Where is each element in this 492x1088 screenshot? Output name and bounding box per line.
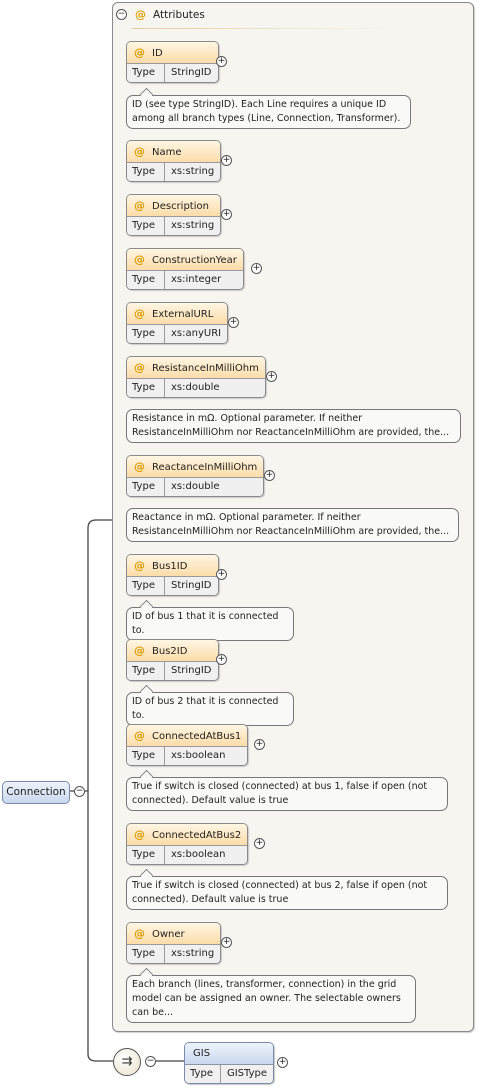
type-label: Type [127, 945, 165, 963]
attribute-id[interactable]: @ ID Type StringID [126, 41, 219, 83]
attribute-description[interactable]: @ Description Type xs:string [126, 194, 222, 236]
expand-icon[interactable]: + [254, 739, 265, 750]
collapse-icon[interactable]: − [116, 9, 127, 20]
gis-element[interactable]: GIS Type GISType [184, 1042, 274, 1084]
type-label: Type [127, 478, 165, 496]
type-value: xs:double [171, 481, 220, 492]
expand-icon[interactable]: + [264, 470, 275, 481]
attribute-owner[interactable]: @ Owner Type xs:string [126, 922, 222, 964]
type-label: Type [127, 747, 165, 765]
attribute-resistance[interactable]: @ ResistanceInMilliOhm Type xs:double [126, 356, 266, 398]
type-label: Type [127, 662, 165, 680]
connection-element[interactable]: Connection [2, 781, 70, 804]
type-value: xs:string [171, 220, 215, 231]
type-value: StringID [171, 580, 212, 591]
expand-icon[interactable]: + [221, 937, 232, 948]
attribute-bus2-id[interactable]: @ Bus2ID Type StringID [126, 639, 219, 681]
expand-icon[interactable]: + [251, 263, 262, 274]
attribute-external-url[interactable]: @ ExternalURL Type xs:anyURI [126, 302, 229, 344]
attribute-at-icon: @ [134, 927, 145, 940]
attribute-at-icon: @ [134, 828, 145, 841]
attribute-at-icon: @ [134, 46, 145, 59]
expand-icon[interactable]: + [221, 209, 232, 220]
type-label: Type [127, 325, 165, 343]
attribute-documentation: Each branch (lines, transformer, connect… [126, 975, 416, 1023]
expand-icon[interactable]: + [228, 317, 239, 328]
type-value: StringID [171, 67, 212, 78]
attribute-name: ConnectedAtBus1 [152, 731, 242, 742]
gis-element-name: GIS [185, 1043, 273, 1065]
attribute-at-icon: @ [134, 361, 145, 374]
attribute-name: ResistanceInMilliOhm [152, 363, 259, 374]
attribute-at-icon: @ [134, 199, 145, 212]
collapse-icon[interactable]: − [145, 1056, 156, 1067]
collapse-icon[interactable]: − [74, 786, 85, 797]
attribute-name: ReactanceInMilliOhm [152, 462, 258, 473]
attribute-name: ID [152, 48, 163, 59]
attribute-bus1-id[interactable]: @ Bus1ID Type StringID [126, 554, 219, 596]
group-title-underline [132, 28, 392, 29]
type-label: Type [127, 64, 165, 82]
attribute-documentation: ID (see type StringID). Each Line requir… [126, 95, 411, 129]
attribute-at-icon: @ [134, 253, 145, 266]
attribute-documentation: ID of bus 1 that it is connected to. [126, 607, 294, 641]
type-value: GISType [226, 1068, 267, 1079]
attribute-at-icon: @ [135, 8, 146, 21]
attribute-connected-at-bus2[interactable]: @ ConnectedAtBus2 Type xs:boolean [126, 823, 249, 865]
type-value: StringID [171, 665, 212, 676]
type-label: Type [185, 1065, 221, 1083]
type-value: xs:boolean [171, 750, 226, 761]
type-value: xs:integer [171, 274, 222, 285]
type-value: xs:string [171, 166, 215, 177]
attribute-name: ExternalURL [152, 309, 214, 320]
sequence-compositor-icon[interactable]: ⇉ [113, 1048, 141, 1076]
attribute-at-icon: @ [134, 644, 145, 657]
attribute-name-node[interactable]: @ Name Type xs:string [126, 140, 222, 182]
attribute-documentation: Resistance in mΩ. Optional parameter. If… [126, 409, 461, 443]
attribute-at-icon: @ [134, 307, 145, 320]
expand-icon[interactable]: + [216, 56, 227, 67]
type-label: Type [127, 163, 165, 181]
attribute-name: Name [152, 147, 182, 158]
expand-icon[interactable]: + [216, 569, 227, 580]
attribute-documentation: Reactance in mΩ. Optional parameter. If … [126, 508, 459, 542]
attribute-at-icon: @ [134, 145, 145, 158]
attribute-documentation: True if switch is closed (connected) at … [126, 777, 448, 811]
type-value: xs:boolean [171, 849, 226, 860]
attribute-at-icon: @ [134, 729, 145, 742]
attribute-name: Owner [152, 929, 185, 940]
attribute-name: ConnectedAtBus2 [152, 830, 242, 841]
attribute-reactance[interactable]: @ ReactanceInMilliOhm Type xs:double [126, 455, 265, 497]
attribute-name: Bus1ID [152, 561, 188, 572]
attribute-name: Description [152, 201, 209, 212]
type-label: Type [127, 846, 165, 864]
attributes-group-title: Attributes [153, 9, 205, 21]
expand-icon[interactable]: + [216, 654, 227, 665]
attribute-construction-year[interactable]: @ ConstructionYear Type xs:integer [126, 248, 244, 290]
expand-icon[interactable]: + [266, 371, 277, 382]
attribute-name: Bus2ID [152, 646, 188, 657]
type-value: xs:double [171, 382, 220, 393]
attribute-connected-at-bus1[interactable]: @ ConnectedAtBus1 Type xs:boolean [126, 724, 249, 766]
type-label: Type [127, 217, 165, 235]
attribute-documentation: True if switch is closed (connected) at … [126, 876, 448, 910]
expand-icon[interactable]: + [221, 155, 232, 166]
type-label: Type [127, 271, 165, 289]
type-label: Type [127, 379, 165, 397]
attribute-name: ConstructionYear [152, 255, 237, 266]
type-value: xs:anyURI [171, 328, 222, 339]
type-value: xs:string [171, 948, 215, 959]
type-label: Type [127, 577, 165, 595]
expand-icon[interactable]: + [254, 838, 265, 849]
expand-icon[interactable]: + [277, 1057, 288, 1068]
attribute-at-icon: @ [134, 559, 145, 572]
attribute-at-icon: @ [134, 460, 145, 473]
attribute-documentation: ID of bus 2 that it is connected to. [126, 692, 294, 726]
